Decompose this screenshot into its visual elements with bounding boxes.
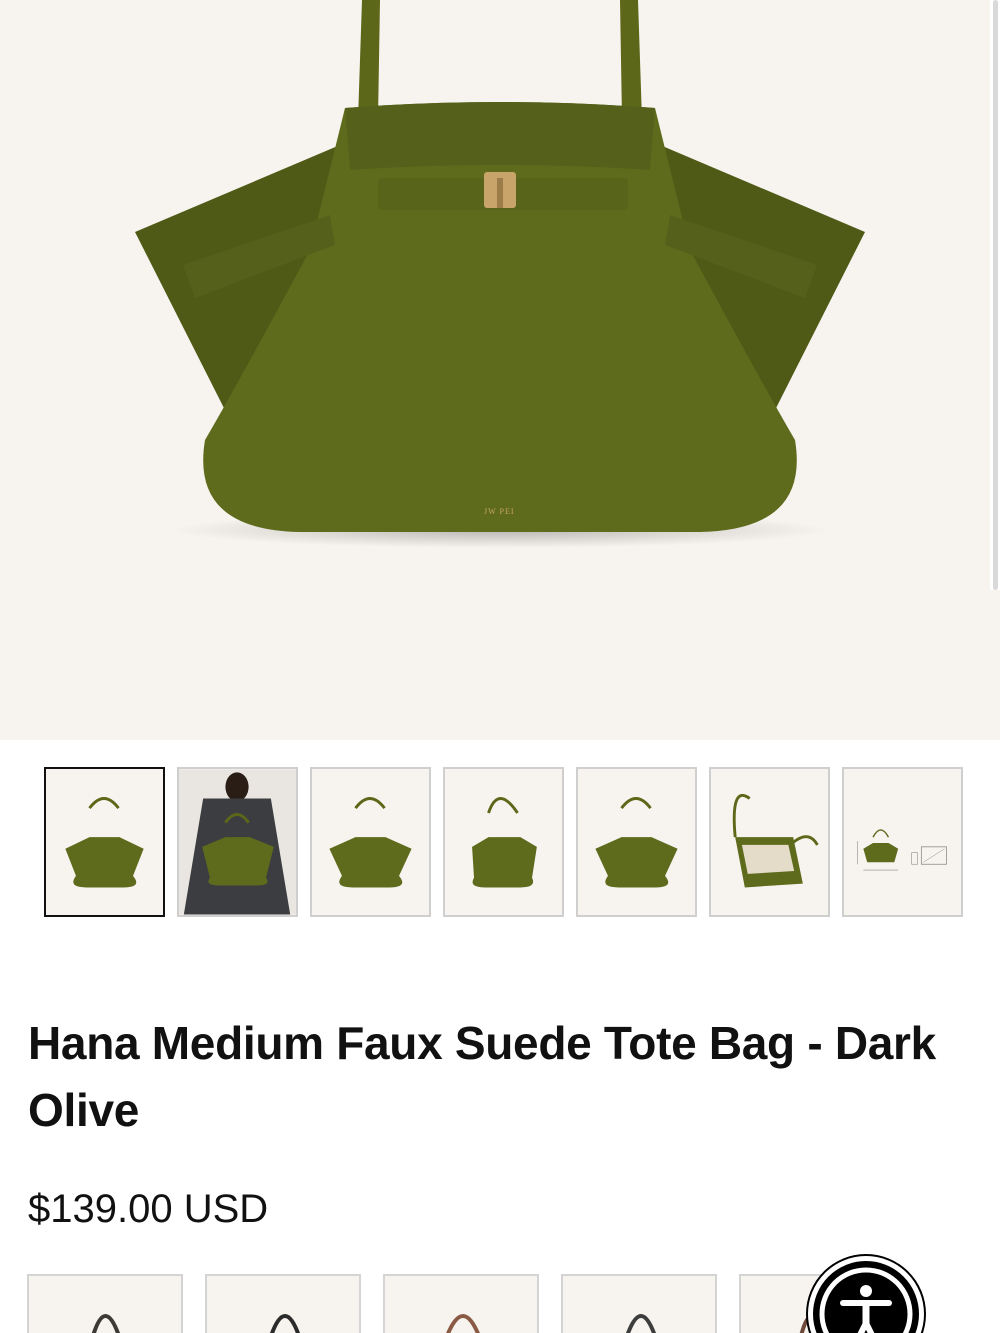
thumb-front-view-2[interactable]: [310, 767, 431, 917]
thumb-dimensions-view[interactable]: [842, 767, 963, 917]
bag-thumbnail-image: [732, 793, 819, 888]
product-title: Hana Medium Faux Suede Tote Bag - Dark O…: [28, 1017, 936, 1136]
scrollbar-thumb[interactable]: [993, 0, 998, 590]
page-scrollbar[interactable]: [990, 0, 1000, 590]
thumb-interior-view[interactable]: [709, 767, 830, 917]
accessibility-button[interactable]: [808, 1256, 924, 1333]
color-swatch-2[interactable]: [205, 1274, 361, 1333]
bag-thumbnail-image: [595, 797, 678, 888]
product-main-image[interactable]: JW PEI: [0, 0, 1000, 740]
brand-stamp: JW PEI: [484, 507, 515, 516]
color-swatch-list: [27, 1274, 895, 1333]
accessibility-person-icon: [819, 1267, 913, 1333]
bag-thumbnail-image: [65, 797, 144, 888]
bag-thumbnail-image: [329, 797, 412, 888]
product-price: $139.00 USD: [28, 1187, 269, 1231]
bag-thumbnail-image: [472, 797, 537, 888]
color-swatch-3[interactable]: [383, 1274, 539, 1333]
thumb-model-view[interactable]: [177, 767, 298, 917]
olive-tote-bag-image: [135, 0, 865, 548]
swatch-bag-image: [446, 1314, 480, 1333]
dimensions-thumbnail-image: [857, 829, 947, 871]
thumb-back-view[interactable]: [576, 767, 697, 917]
swatch-bag-image: [626, 1314, 656, 1333]
color-swatch-4[interactable]: [561, 1274, 717, 1333]
swatch-bag-image: [270, 1314, 300, 1333]
swatch-bag-image: [91, 1314, 120, 1333]
color-swatch-1[interactable]: [27, 1274, 183, 1333]
thumb-front-view[interactable]: [44, 767, 165, 917]
thumb-angle-view[interactable]: [443, 767, 564, 917]
model-thumbnail-image: [179, 769, 296, 915]
thumbnail-strip: [44, 767, 963, 917]
